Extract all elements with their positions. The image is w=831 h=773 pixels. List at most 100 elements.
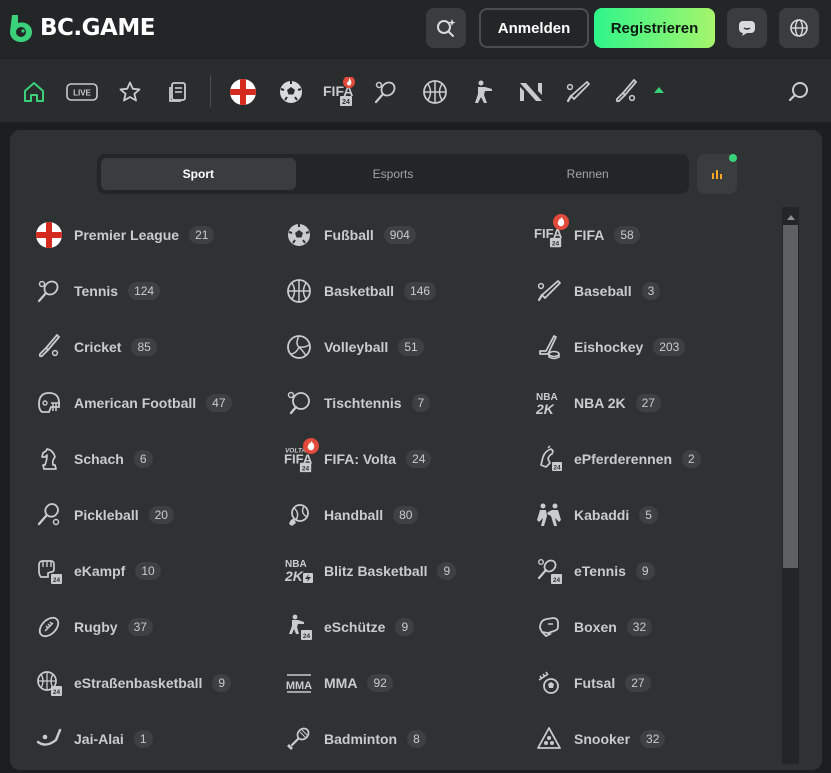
sport-label: Cricket	[74, 339, 122, 355]
nav-favorites[interactable]	[115, 77, 145, 107]
sport-item-basketball[interactable]: Basketball 146	[284, 269, 534, 313]
sport-label: MMA	[324, 675, 358, 691]
volleyball-icon	[284, 332, 314, 362]
collapse-caret-icon[interactable]	[654, 87, 664, 93]
sport-item-fifa[interactable]: FIFA 24 FIFA 58	[534, 213, 774, 257]
sport-item-snooker[interactable]: Snooker 32	[534, 717, 774, 761]
svg-text:24: 24	[342, 99, 350, 106]
nav-premier-league[interactable]	[228, 77, 258, 107]
sport-item-street-basketball[interactable]: 24 eStraßenbasketball 9	[34, 661, 284, 705]
sport-item-nba2k[interactable]: NBA 2K NBA 2K 27	[534, 381, 774, 425]
sport-item-table-tennis[interactable]: Tischtennis 7	[284, 381, 534, 425]
sport-label: Jai-Alai	[74, 731, 124, 747]
event-count-badge: 10	[135, 562, 161, 580]
sport-label: Pickleball	[74, 507, 139, 523]
nav-soccer[interactable]	[276, 77, 306, 107]
nav-basketball[interactable]	[420, 77, 450, 107]
sport-item-chess[interactable]: Schach 6	[34, 437, 284, 481]
sport-item-soccer-ball[interactable]: Fußball 904	[284, 213, 534, 257]
sport-item-fifa-volta[interactable]: VOLTA FIFA 24 FIFA: Volta 24	[284, 437, 534, 481]
logo[interactable]: BC.GAME	[8, 13, 155, 43]
sport-item-futsal[interactable]: Futsal 27	[534, 661, 774, 705]
sport-label: eKampf	[74, 563, 126, 579]
event-count-badge: 203	[653, 338, 686, 356]
nav-tennis[interactable]	[371, 77, 401, 107]
nav-betslip[interactable]	[163, 77, 193, 107]
nav-home[interactable]	[19, 77, 49, 107]
nav-shooter[interactable]	[468, 77, 498, 107]
sport-item-handball[interactable]: Handball 80	[284, 493, 534, 537]
nav-esports[interactable]	[516, 77, 546, 107]
sport-label: Badminton	[324, 731, 398, 747]
nav-live[interactable]: LIVE	[66, 77, 98, 107]
sport-item-efight[interactable]: 24 eKampf 10	[34, 549, 284, 593]
sport-item-baseball[interactable]: Baseball 3	[534, 269, 774, 313]
sports-list: Premier League 21 Fußball 904 FIFA 24 FIFA 58 Te…	[34, 213, 774, 773]
chat-button[interactable]	[727, 8, 767, 48]
sport-label: Snooker	[574, 731, 631, 747]
blitz-basketball-icon: NBA 2K	[284, 556, 314, 586]
event-count-badge: 85	[131, 338, 157, 356]
nba2k-icon: NBA 2K	[534, 388, 564, 418]
sport-item-volleyball[interactable]: Volleyball 51	[284, 325, 534, 369]
scrollbar-thumb[interactable]	[783, 225, 798, 568]
sport-item-blitz-basketball[interactable]: NBA 2K Blitz Basketball 9	[284, 549, 534, 593]
sport-item-american-football[interactable]: American Football 47	[34, 381, 284, 425]
event-count-badge: 51	[398, 338, 424, 356]
tab-sport[interactable]: Sport	[101, 158, 296, 190]
event-count-badge: 20	[148, 506, 174, 524]
sport-item-horse-racing[interactable]: 24 ePferderennen 2	[534, 437, 774, 481]
sport-item-badminton[interactable]: Badminton 8	[284, 717, 534, 761]
nav-separator	[210, 75, 211, 107]
sport-label: Basketball	[324, 283, 395, 299]
nav-baseball[interactable]	[563, 77, 593, 107]
sport-label: Futsal	[574, 675, 616, 691]
nav-cricket[interactable]	[611, 77, 641, 107]
language-button[interactable]	[779, 8, 819, 48]
sport-item-eshooter[interactable]: 24 eSchütze 9	[284, 605, 534, 649]
hot-fire-icon	[553, 214, 569, 230]
event-count-badge: 146	[404, 282, 437, 300]
fifa-volta-icon: VOLTA FIFA 24	[284, 438, 319, 474]
sport-item-mma[interactable]: MMA MMA 92	[284, 661, 534, 705]
sport-item-kabaddi[interactable]: Kabaddi 5	[534, 493, 774, 537]
svg-text:24: 24	[53, 577, 61, 584]
sport-item-jai-alai[interactable]: Jai-Alai 1	[34, 717, 284, 761]
event-count-badge: 9	[437, 562, 457, 580]
sport-item-boxing[interactable]: Boxen 32	[534, 605, 774, 649]
search-games-button[interactable]	[426, 8, 466, 48]
tab-rennen[interactable]: Rennen	[490, 158, 685, 190]
sport-item-rugby[interactable]: Rugby 37	[34, 605, 284, 649]
logo-text: BC.GAME	[40, 15, 155, 41]
pickleball-icon	[34, 500, 64, 530]
svg-text:24: 24	[553, 465, 561, 472]
sport-label: NBA 2K	[574, 395, 626, 411]
nav-search[interactable]	[784, 77, 814, 107]
scroll-up-arrow-icon[interactable]	[782, 211, 799, 223]
top-bar: BC.GAME Anmelden Registrieren	[0, 0, 831, 58]
sport-label: FIFA	[574, 227, 605, 243]
fifa-icon: FIFA 24	[534, 214, 569, 250]
sport-item-ice-hockey[interactable]: Eishockey 203	[534, 325, 774, 369]
basketball-icon	[284, 276, 314, 306]
sport-item-pickleball[interactable]: Pickleball 20	[34, 493, 284, 537]
sport-item-etennis[interactable]: 24 eTennis 9	[534, 549, 774, 593]
sport-item-cricket[interactable]: Cricket 85	[34, 325, 284, 369]
nav-fifa[interactable]: FIFA 24	[322, 77, 356, 107]
tab-esports[interactable]: Esports	[296, 158, 491, 190]
street-basketball-icon: 24	[34, 668, 64, 698]
svg-text:24: 24	[552, 240, 560, 247]
sport-item-tennis[interactable]: Tennis 124	[34, 269, 284, 313]
soccer-ball-icon	[284, 220, 314, 250]
sport-item-england-flag[interactable]: Premier League 21	[34, 213, 284, 257]
tennis-icon	[374, 81, 396, 104]
login-button[interactable]: Anmelden	[479, 8, 589, 48]
event-count-badge: 32	[626, 618, 653, 636]
chat-icon	[739, 21, 755, 36]
kabaddi-icon	[534, 500, 564, 530]
register-button[interactable]: Registrieren	[594, 8, 715, 48]
scrollbar[interactable]	[782, 207, 799, 764]
event-count-badge: 27	[635, 394, 661, 412]
sport-label: Premier League	[74, 227, 180, 243]
rugby-icon	[34, 612, 64, 642]
